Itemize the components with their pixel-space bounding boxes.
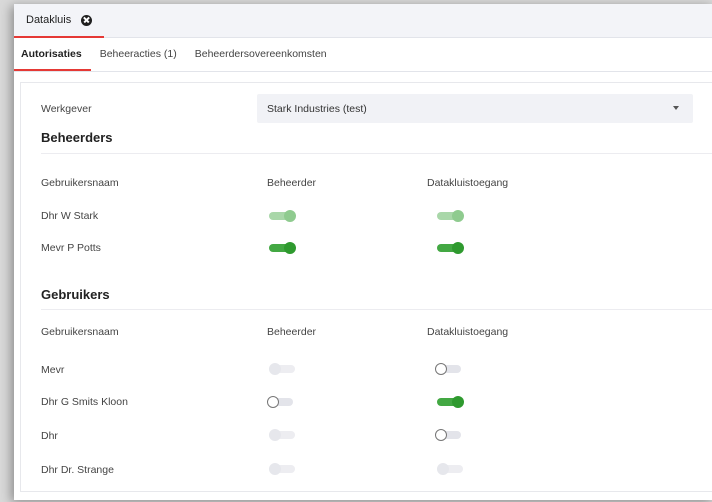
document-tab-bar: Datakluis bbox=[14, 4, 712, 38]
divider bbox=[41, 153, 712, 154]
employer-select[interactable]: Stark Industries (test) bbox=[257, 94, 693, 123]
document-tab-datakluis[interactable]: Datakluis bbox=[14, 4, 105, 38]
tab-label: Beheeracties (1) bbox=[99, 47, 177, 60]
divider bbox=[41, 309, 712, 310]
subtab-bar: Autorisaties Beheeracties (1) Beheerders… bbox=[14, 38, 712, 72]
close-icon[interactable] bbox=[81, 14, 93, 26]
beheerder-toggle-dhr bbox=[269, 429, 297, 441]
tab-autorisaties[interactable]: Autorisaties bbox=[14, 38, 91, 71]
chevron-down-icon bbox=[673, 106, 679, 110]
table-row-name: Dhr Dr. Strange bbox=[41, 464, 114, 476]
column-header-beheerder: Beheerder bbox=[267, 177, 317, 189]
section-title-beheerders: Beheerders bbox=[41, 130, 113, 145]
column-header-datakluistoegang: Datakluistoegang bbox=[427, 177, 509, 189]
beheerder-toggle-smits-kloon[interactable] bbox=[267, 396, 295, 408]
tab-label: Autorisaties bbox=[21, 47, 82, 60]
tab-label: Beheerdersovereenkomsten bbox=[194, 47, 327, 60]
datakluis-window: Datakluis Autorisaties Beheeracties (1) … bbox=[14, 4, 712, 500]
datakluis-toggle-strange bbox=[437, 463, 465, 475]
authorizations-panel: Werkgever Stark Industries (test) Beheer… bbox=[20, 82, 712, 492]
datakluis-toggle-smits-kloon[interactable] bbox=[437, 396, 465, 408]
column-header-beheerder: Beheerder bbox=[267, 326, 317, 338]
table-row-name: Mevr P Potts bbox=[41, 242, 101, 254]
table-row-name: Dhr W Stark bbox=[41, 210, 99, 222]
table-row-name: Dhr bbox=[41, 430, 58, 442]
column-header-username: Gebruikersnaam bbox=[41, 326, 119, 338]
beheerder-toggle-mevr bbox=[269, 363, 297, 375]
column-header-datakluistoegang: Datakluistoegang bbox=[427, 326, 509, 338]
datakluis-toggle-dhr[interactable] bbox=[435, 429, 463, 441]
employer-value: Stark Industries (test) bbox=[267, 102, 367, 115]
beheerder-toggle-potts[interactable] bbox=[269, 242, 297, 254]
column-header-username: Gebruikersnaam bbox=[41, 177, 119, 189]
document-tab-label: Datakluis bbox=[26, 14, 72, 26]
beheerder-toggle-strange bbox=[269, 463, 297, 475]
table-row-name: Dhr G Smits Kloon bbox=[41, 396, 128, 408]
beheerder-toggle-stark bbox=[269, 210, 297, 222]
tab-beheeracties[interactable]: Beheeracties (1) bbox=[91, 38, 186, 71]
table-row-name: Mevr bbox=[41, 364, 65, 376]
datakluis-toggle-mevr[interactable] bbox=[435, 363, 463, 375]
datakluis-toggle-stark bbox=[437, 210, 465, 222]
employer-label: Werkgever bbox=[41, 103, 92, 115]
tab-beheerdersovereenkomsten[interactable]: Beheerdersovereenkomsten bbox=[186, 38, 336, 71]
datakluis-toggle-potts[interactable] bbox=[437, 242, 465, 254]
section-title-gebruikers: Gebruikers bbox=[41, 287, 110, 302]
